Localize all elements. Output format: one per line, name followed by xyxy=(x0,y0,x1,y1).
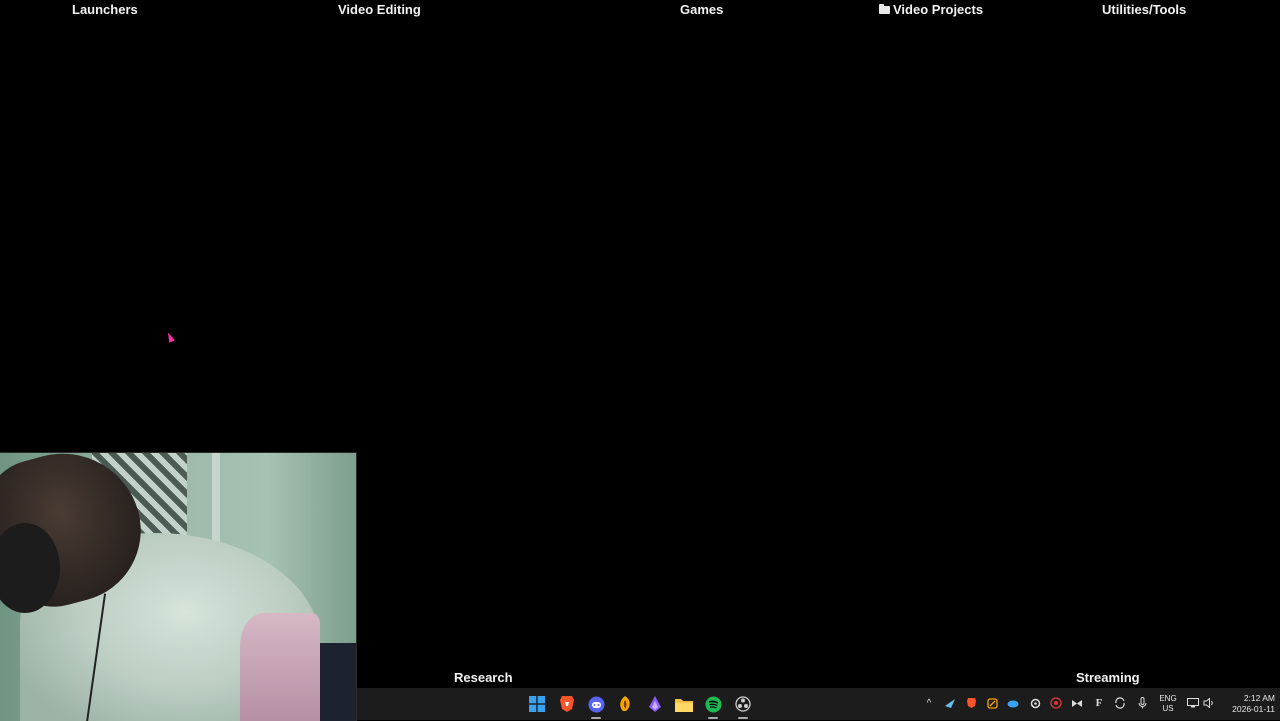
windows-start-icon[interactable] xyxy=(525,692,549,716)
microphone-icon[interactable] xyxy=(1135,696,1149,710)
desktop-label-research[interactable]: Research xyxy=(454,670,513,685)
webcam-overlay xyxy=(0,452,357,721)
chevron-up-icon[interactable]: ^ xyxy=(922,696,936,710)
brave-browser-icon[interactable] xyxy=(555,692,579,716)
nvidia-icon[interactable] xyxy=(1070,696,1084,710)
taskbar: ^ F ENG US 2:12 AM 2026-01-11 xyxy=(357,688,1280,720)
brave-tray-icon[interactable] xyxy=(964,696,978,710)
desktop-label-video-editing[interactable]: Video Editing xyxy=(338,2,421,17)
webcam-person-sleeve xyxy=(240,613,320,721)
system-clock[interactable]: 2:12 AM 2026-01-11 xyxy=(1219,693,1275,715)
steam-icon[interactable] xyxy=(943,696,957,710)
webcam-dark-clothing xyxy=(320,643,356,721)
settings-tray-icon[interactable] xyxy=(1028,696,1042,710)
desktop-label-launchers[interactable]: Launchers xyxy=(72,2,138,17)
discord-icon[interactable] xyxy=(584,692,608,719)
spotify-icon[interactable] xyxy=(701,692,725,719)
fl-studio-icon[interactable] xyxy=(613,692,637,716)
obs-icon[interactable] xyxy=(731,692,755,719)
mouse-cursor-icon xyxy=(165,331,175,343)
clock-time: 2:12 AM xyxy=(1243,693,1275,703)
folder-icon xyxy=(879,4,890,14)
sync-icon[interactable] xyxy=(1113,696,1127,710)
desktop-label-games[interactable]: Games xyxy=(680,2,723,17)
volume-icon[interactable] xyxy=(1202,696,1216,710)
language-indicator[interactable]: ENG US xyxy=(1155,694,1181,714)
region-code: US xyxy=(1162,704,1174,713)
folder-icon[interactable] xyxy=(672,692,696,716)
desktop-label-streaming[interactable]: Streaming xyxy=(1076,670,1140,685)
desktop-label-video-projects[interactable]: Video Projects xyxy=(879,2,983,17)
purple-app-icon[interactable] xyxy=(643,692,667,716)
network-icon[interactable] xyxy=(1186,696,1200,710)
desktop-label-utilities-tools[interactable]: Utilities/Tools xyxy=(1102,2,1186,17)
language-code: ENG xyxy=(1159,694,1177,703)
desktop-label-video-projects-text: Video Projects xyxy=(893,2,984,17)
clock-date: 2026-01-11 xyxy=(1232,704,1275,714)
tray-app-icon[interactable] xyxy=(985,696,999,710)
cloud-icon[interactable] xyxy=(1006,696,1020,710)
font-icon[interactable]: F xyxy=(1092,696,1106,710)
antivirus-icon[interactable] xyxy=(1049,696,1063,710)
